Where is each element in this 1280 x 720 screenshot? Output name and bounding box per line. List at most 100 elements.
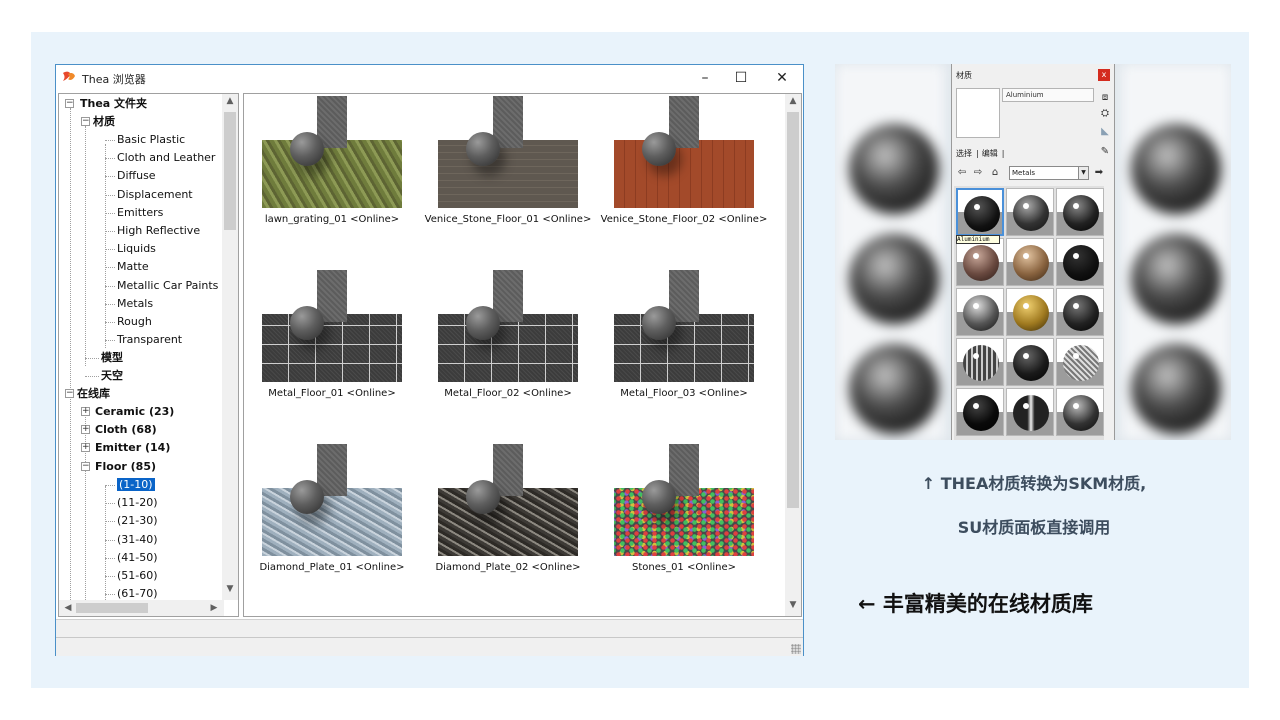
tree-node-materials[interactable]: − 材质 bbox=[81, 113, 115, 131]
material-swatch[interactable] bbox=[1006, 388, 1054, 436]
tree-item-floor-page[interactable]: (41-50) bbox=[117, 549, 158, 567]
scroll-down-arrow-icon[interactable]: ▼ bbox=[786, 600, 800, 610]
paint-bucket-icon[interactable]: ◣ bbox=[1099, 126, 1111, 138]
expand-icon[interactable]: + bbox=[81, 407, 90, 416]
tree-item-floor-page[interactable]: (31-40) bbox=[117, 531, 158, 549]
tree-item-material-category[interactable]: Rough bbox=[117, 313, 152, 331]
tree-horizontal-scrollbar[interactable]: ◀ ▶ bbox=[59, 600, 224, 616]
grid-scroll-thumb[interactable] bbox=[787, 112, 799, 508]
tab-edit[interactable]: 编辑 bbox=[982, 149, 998, 158]
status-bar bbox=[56, 619, 803, 637]
collapse-icon[interactable]: − bbox=[81, 117, 90, 126]
details-arrow-icon[interactable]: ➡ bbox=[1093, 167, 1105, 179]
scroll-right-arrow-icon[interactable]: ▶ bbox=[207, 603, 221, 613]
material-swatch[interactable] bbox=[1056, 238, 1104, 286]
tree-node-online-category[interactable]: + Emitter (14) bbox=[81, 439, 170, 457]
scroll-left-arrow-icon[interactable]: ◀ bbox=[61, 603, 75, 613]
maximize-button[interactable]: ☐ bbox=[726, 67, 756, 89]
title-bar[interactable]: Thea 浏览器 – ☐ ✕ bbox=[56, 65, 803, 91]
tree-item-floor-page[interactable]: (51-60) bbox=[117, 567, 158, 585]
material-thumbnail[interactable]: Venice_Stone_Floor_01 <Online> bbox=[425, 96, 591, 246]
material-swatch[interactable] bbox=[956, 338, 1004, 386]
tree-item-material-category[interactable]: Cloth and Leather bbox=[117, 149, 215, 167]
scroll-down-arrow-icon[interactable]: ▼ bbox=[223, 584, 237, 594]
swatch-sphere bbox=[1013, 245, 1049, 281]
material-swatch[interactable] bbox=[956, 238, 1004, 286]
tree-item-material-category[interactable]: Metals bbox=[117, 295, 153, 313]
resize-grip-icon[interactable] bbox=[791, 644, 801, 654]
tree-item-floor-page[interactable]: (1-10) bbox=[116, 476, 156, 494]
tree-item-material-category[interactable]: Diffuse bbox=[117, 167, 156, 185]
library-select[interactable]: Metals ▼ bbox=[1009, 166, 1089, 180]
tree-item-material-category[interactable]: Basic Plastic bbox=[117, 131, 185, 149]
tree-node-label: Metallic Car Paints bbox=[117, 278, 219, 292]
close-button[interactable]: ✕ bbox=[767, 67, 797, 89]
material-swatch[interactable] bbox=[1056, 188, 1104, 236]
material-swatch[interactable] bbox=[1056, 338, 1104, 386]
swatch-sphere bbox=[1013, 295, 1049, 331]
tree-node-label: Floor (85) bbox=[95, 459, 157, 473]
eyedropper-icon[interactable]: ✎ bbox=[1099, 146, 1111, 158]
tree-item-material-category[interactable]: Displacement bbox=[117, 186, 193, 204]
tree-node-online-category[interactable]: + Ceramic (23) bbox=[81, 403, 174, 421]
tree-item-material-category[interactable]: Transparent bbox=[117, 331, 182, 349]
tab-select[interactable]: 选择 bbox=[956, 149, 972, 158]
material-thumbnail[interactable]: Venice_Stone_Floor_02 <Online> bbox=[601, 96, 767, 246]
tree-hscroll-thumb[interactable] bbox=[76, 603, 148, 613]
material-thumbnail[interactable]: Metal_Floor_02 <Online> bbox=[438, 270, 578, 420]
tree-item-floor-page[interactable]: (21-30) bbox=[117, 512, 158, 530]
tree-node-online-category[interactable]: + Cloth (68) bbox=[81, 421, 157, 439]
tree-item-floor-page[interactable]: (11-20) bbox=[117, 494, 158, 512]
tree-item-material-category[interactable]: High Reflective bbox=[117, 222, 200, 240]
material-swatch[interactable] bbox=[1006, 288, 1054, 336]
material-thumbnail[interactable]: Metal_Floor_03 <Online> bbox=[614, 270, 754, 420]
chevron-down-icon[interactable]: ▼ bbox=[1078, 167, 1088, 179]
window-title: Thea 浏览器 bbox=[82, 73, 146, 86]
material-name-field[interactable]: Aluminium bbox=[1002, 88, 1094, 102]
create-material-icon[interactable]: ⧈ bbox=[1099, 92, 1111, 104]
collapse-icon[interactable]: − bbox=[65, 99, 74, 108]
material-thumbnail[interactable]: Diamond_Plate_02 <Online> bbox=[435, 444, 581, 594]
grid-vertical-scrollbar[interactable]: ▲ ▼ bbox=[785, 94, 801, 616]
tree-item-material-category[interactable]: Metallic Car Paints bbox=[117, 277, 218, 295]
tree-node-models[interactable]: 模型 bbox=[101, 349, 123, 367]
material-swatch[interactable] bbox=[1006, 338, 1054, 386]
scroll-up-arrow-icon[interactable]: ▲ bbox=[786, 96, 800, 106]
home-icon[interactable]: ⌂ bbox=[989, 167, 1001, 179]
panel-tabs: 选择 | 编辑 | bbox=[956, 149, 1005, 158]
tree-vertical-scrollbar[interactable]: ▲ ▼ bbox=[222, 94, 238, 600]
material-swatch[interactable] bbox=[956, 288, 1004, 336]
panel-close-button[interactable]: x bbox=[1098, 69, 1110, 81]
material-swatch[interactable] bbox=[1006, 238, 1054, 286]
tree-node-online-library[interactable]: − 在线库 bbox=[65, 385, 110, 403]
expand-icon[interactable]: + bbox=[81, 425, 90, 435]
scroll-up-arrow-icon[interactable]: ▲ bbox=[223, 96, 237, 106]
tree-item-material-category[interactable]: Liquids bbox=[117, 240, 156, 258]
material-thumbnail[interactable]: Diamond_Plate_01 <Online> bbox=[259, 444, 405, 594]
forward-arrow-icon[interactable]: ⇨ bbox=[972, 167, 984, 179]
minimize-button[interactable]: – bbox=[690, 67, 720, 89]
material-thumbnail[interactable]: Metal_Floor_01 <Online> bbox=[262, 270, 402, 420]
material-swatch[interactable] bbox=[1056, 288, 1104, 336]
tree-node-online-category[interactable]: − Floor (85) bbox=[81, 458, 156, 476]
material-swatch[interactable] bbox=[956, 188, 1004, 236]
material-swatch[interactable] bbox=[1056, 388, 1104, 436]
material-swatch[interactable] bbox=[1006, 188, 1054, 236]
tree-node-label: 模型 bbox=[101, 351, 123, 364]
material-swatch[interactable] bbox=[956, 388, 1004, 436]
swatch-sphere bbox=[963, 345, 999, 381]
tree-item-floor-page[interactable]: (61-70) bbox=[117, 585, 158, 600]
expand-icon[interactable]: + bbox=[81, 443, 90, 453]
collapse-icon[interactable]: − bbox=[81, 461, 90, 471]
back-arrow-icon[interactable]: ⇦ bbox=[956, 167, 968, 179]
tree-node-thea-folder[interactable]: − Thea 文件夹 bbox=[65, 95, 147, 113]
default-material-icon[interactable]: ⛭ bbox=[1099, 108, 1111, 120]
tree-item-material-category[interactable]: Matte bbox=[117, 258, 149, 276]
material-thumbnail[interactable]: Stones_01 <Online> bbox=[614, 444, 754, 594]
folder-tree: − Thea 文件夹 − 材质 Basic Plastic Cloth and L… bbox=[58, 93, 239, 617]
tree-item-material-category[interactable]: Emitters bbox=[117, 204, 163, 222]
collapse-icon[interactable]: − bbox=[65, 389, 74, 398]
material-thumbnail[interactable]: lawn_grating_01 <Online> bbox=[262, 96, 402, 246]
tree-scroll-thumb[interactable] bbox=[224, 112, 236, 230]
tree-node-sky[interactable]: 天空 bbox=[101, 367, 123, 385]
